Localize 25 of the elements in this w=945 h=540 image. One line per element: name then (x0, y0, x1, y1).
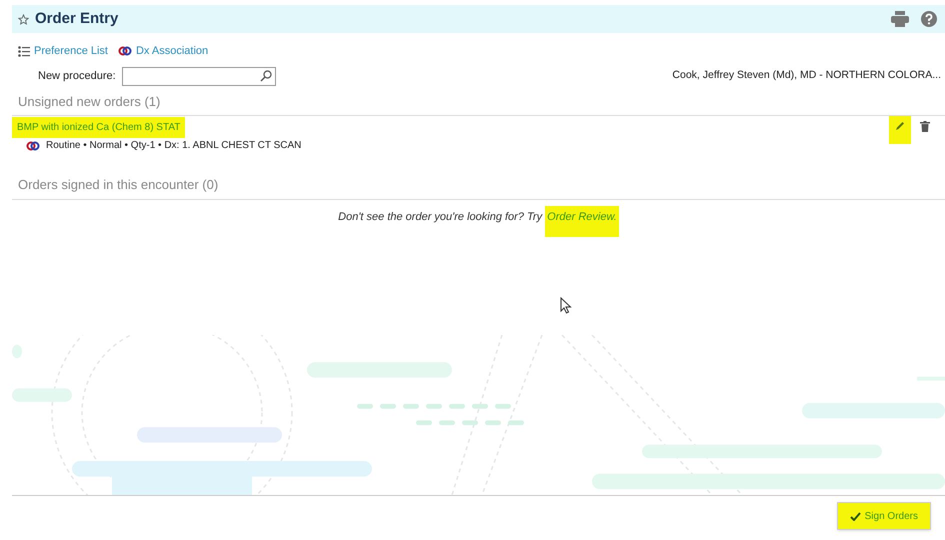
pencil-icon (895, 121, 905, 131)
help-icon[interactable] (921, 11, 937, 27)
linked-rings-icon (26, 140, 40, 152)
cursor-icon (560, 297, 572, 314)
toolbar-link[interactable]: Dx Association (118, 43, 208, 60)
star-icon (18, 14, 29, 24)
printer-icon[interactable] (891, 11, 909, 27)
check-icon (850, 512, 861, 520)
sign-orders-button[interactable]: Sign Orders (836, 502, 931, 530)
order-review-message: Don't see the order you're looking for? Try Order Review. (338, 206, 619, 237)
search-icon (260, 70, 272, 82)
linked-rings-icon (118, 45, 132, 58)
order-name[interactable]: BMP with ionized Ca (Chem 8) STAT (12, 117, 186, 138)
list-icon (18, 46, 30, 57)
order-details: Routine • Normal • Qty-1 • Dx: 1. ABNL CHEST CT SCAN (46, 139, 302, 153)
edit-button[interactable] (889, 116, 911, 144)
order-review-link[interactable]: Order Review. (545, 206, 619, 237)
provider-name: Cook, Jeffrey Steven (Md), MD - NORTHERN COLORA... (672, 68, 941, 84)
field-label: New procedure: (38, 68, 116, 84)
section-heading: Unsigned new orders (1) (18, 92, 162, 111)
section-heading: Orders signed in this encounter (0) (18, 176, 220, 194)
procedure-search-field[interactable] (122, 66, 276, 86)
trash-icon (920, 120, 930, 132)
panel-title: Order Entry (35, 8, 118, 29)
toolbar-link[interactable]: Preference List (18, 43, 108, 60)
